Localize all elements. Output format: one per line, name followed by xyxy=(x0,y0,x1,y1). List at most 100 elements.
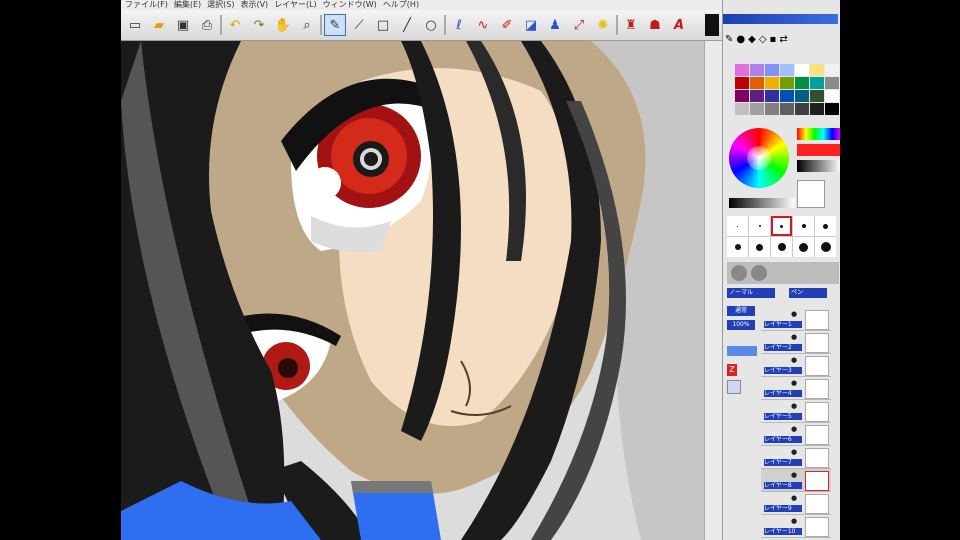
menu-file[interactable]: ファイル(F) xyxy=(125,0,168,10)
brush-size-cell[interactable] xyxy=(793,237,814,257)
palette-swatch[interactable] xyxy=(780,103,794,115)
new-file-icon[interactable]: ▭ xyxy=(124,14,146,36)
drawing-canvas[interactable] xyxy=(121,41,704,540)
layer-row[interactable]: ● レイヤー10 xyxy=(761,515,831,538)
palette-swatch[interactable] xyxy=(810,77,824,89)
brush-size-cell[interactable] xyxy=(793,216,814,236)
palette-swatch[interactable] xyxy=(735,77,749,89)
layer-visibility-icon[interactable]: ● xyxy=(791,448,797,456)
drop-mini-icon[interactable]: ◆ xyxy=(748,34,756,48)
brush-size-cell[interactable] xyxy=(749,237,770,257)
palette-swatch[interactable] xyxy=(825,90,839,102)
magic-wand-icon[interactable]: ✺ xyxy=(592,14,614,36)
palette-swatch[interactable] xyxy=(750,90,764,102)
palette-swatch[interactable] xyxy=(750,64,764,76)
zoom-icon[interactable]: ⌕ xyxy=(296,14,318,36)
palette-swatch[interactable] xyxy=(765,103,779,115)
palette-swatch[interactable] xyxy=(810,103,824,115)
fill-icon[interactable]: ◪ xyxy=(520,14,542,36)
brush-size-cell[interactable] xyxy=(749,216,770,236)
redo-icon[interactable]: ↷ xyxy=(248,14,270,36)
secondary-color-swatch[interactable] xyxy=(797,180,825,208)
brush-mode-select[interactable]: ノーマル xyxy=(727,288,775,298)
smudge-icon[interactable]: ☗ xyxy=(644,14,666,36)
palette-swatch[interactable] xyxy=(780,77,794,89)
brush-size-cell[interactable] xyxy=(815,237,836,257)
palette-swatch[interactable] xyxy=(795,103,809,115)
palette-swatch[interactable] xyxy=(795,64,809,76)
layer-visibility-icon[interactable]: ● xyxy=(791,494,797,502)
eraser-mini-icon[interactable]: ◇ xyxy=(759,34,767,48)
palette-swatch[interactable] xyxy=(825,64,839,76)
brush-size-cell[interactable] xyxy=(771,216,792,236)
open-folder-icon[interactable]: ▰ xyxy=(148,14,170,36)
hue-wheel[interactable] xyxy=(729,128,789,188)
palette-swatch[interactable] xyxy=(735,90,749,102)
layer-visibility-icon[interactable]: ● xyxy=(791,517,797,525)
print-icon[interactable]: ⎙ xyxy=(196,14,218,36)
layer-visibility-icon[interactable]: ● xyxy=(791,379,797,387)
value-bar[interactable] xyxy=(797,160,840,172)
dot-mini-icon[interactable]: ● xyxy=(736,34,745,48)
ellipse-tool-icon[interactable]: ○ xyxy=(420,14,442,36)
layer-visibility-icon[interactable]: ● xyxy=(791,425,797,433)
layer-blend-button[interactable]: 通常 xyxy=(727,306,755,316)
palette-swatch[interactable] xyxy=(750,77,764,89)
rect-select-icon[interactable]: □ xyxy=(372,14,394,36)
canvas-vertical-scrollbar[interactable] xyxy=(704,41,722,540)
palette-swatch[interactable] xyxy=(750,103,764,115)
primary-color-swatch[interactable] xyxy=(797,144,840,156)
menu-select[interactable]: 選択(S) xyxy=(207,0,234,10)
menu-help[interactable]: ヘルプ(H) xyxy=(383,0,419,10)
layer-visibility-icon[interactable]: ● xyxy=(791,310,797,318)
palette-swatch[interactable] xyxy=(780,64,794,76)
layer-delete-icon[interactable]: Z xyxy=(727,364,737,376)
gray-gradient-bar[interactable] xyxy=(729,198,795,208)
undo-icon[interactable]: ↶ xyxy=(224,14,246,36)
menu-edit[interactable]: 編集(E) xyxy=(174,0,201,10)
palette-swatch[interactable] xyxy=(825,77,839,89)
palette-swatch[interactable] xyxy=(810,90,824,102)
layer-row[interactable]: ● レイヤー6 xyxy=(761,423,831,446)
layer-row[interactable]: ● レイヤー9 xyxy=(761,492,831,515)
eyedropper-icon[interactable]: ⟋ xyxy=(348,14,370,36)
menu-window[interactable]: ウィンドウ(W) xyxy=(323,0,377,10)
layer-row[interactable]: ● レイヤー3 xyxy=(761,354,831,377)
palette-swatch[interactable] xyxy=(735,64,749,76)
layer-opacity-button[interactable]: 100% xyxy=(727,320,755,330)
lasso-icon[interactable]: ℓ xyxy=(448,14,470,36)
layer-row[interactable]: ● レイヤー4 xyxy=(761,377,831,400)
palette-swatch[interactable] xyxy=(780,90,794,102)
hue-bar[interactable] xyxy=(797,128,840,140)
menu-view[interactable]: 表示(V) xyxy=(240,0,268,10)
layer-row[interactable]: ● レイヤー2 xyxy=(761,331,831,354)
airbrush-icon[interactable]: ♜ xyxy=(620,14,642,36)
layer-opacity-slider[interactable] xyxy=(727,346,757,356)
palette-swatch[interactable] xyxy=(765,77,779,89)
brush-size-cell[interactable] xyxy=(727,237,748,257)
text-icon[interactable]: A xyxy=(668,14,690,36)
palette-swatch[interactable] xyxy=(765,90,779,102)
layer-row[interactable]: ● レイヤー5 xyxy=(761,400,831,423)
layer-visibility-icon[interactable]: ● xyxy=(791,402,797,410)
hand-icon[interactable]: ✋ xyxy=(272,14,294,36)
stamp-icon[interactable]: ♟ xyxy=(544,14,566,36)
brush-size-cell[interactable] xyxy=(771,237,792,257)
palette-swatch[interactable] xyxy=(810,64,824,76)
fill-mini-icon[interactable]: ▪ xyxy=(770,34,777,48)
palette-swatch[interactable] xyxy=(825,103,839,115)
curve-icon[interactable]: ∿ xyxy=(472,14,494,36)
swap-mini-icon[interactable]: ⇄ xyxy=(779,34,787,48)
palette-swatch[interactable] xyxy=(735,103,749,115)
brush-tool-label[interactable]: ペン xyxy=(789,288,827,298)
transform-icon[interactable]: ⤢ xyxy=(568,14,590,36)
layer-visibility-icon[interactable]: ● xyxy=(791,471,797,479)
brush-size-cell[interactable] xyxy=(815,216,836,236)
brush-icon[interactable]: ✐ xyxy=(496,14,518,36)
pen-tool-icon[interactable]: ✎ xyxy=(324,14,346,36)
pencil-mini-icon[interactable]: ✎ xyxy=(725,34,733,48)
layer-visibility-icon[interactable]: ● xyxy=(791,333,797,341)
palette-swatch[interactable] xyxy=(765,64,779,76)
palette-swatch[interactable] xyxy=(795,90,809,102)
palette-swatch[interactable] xyxy=(795,77,809,89)
